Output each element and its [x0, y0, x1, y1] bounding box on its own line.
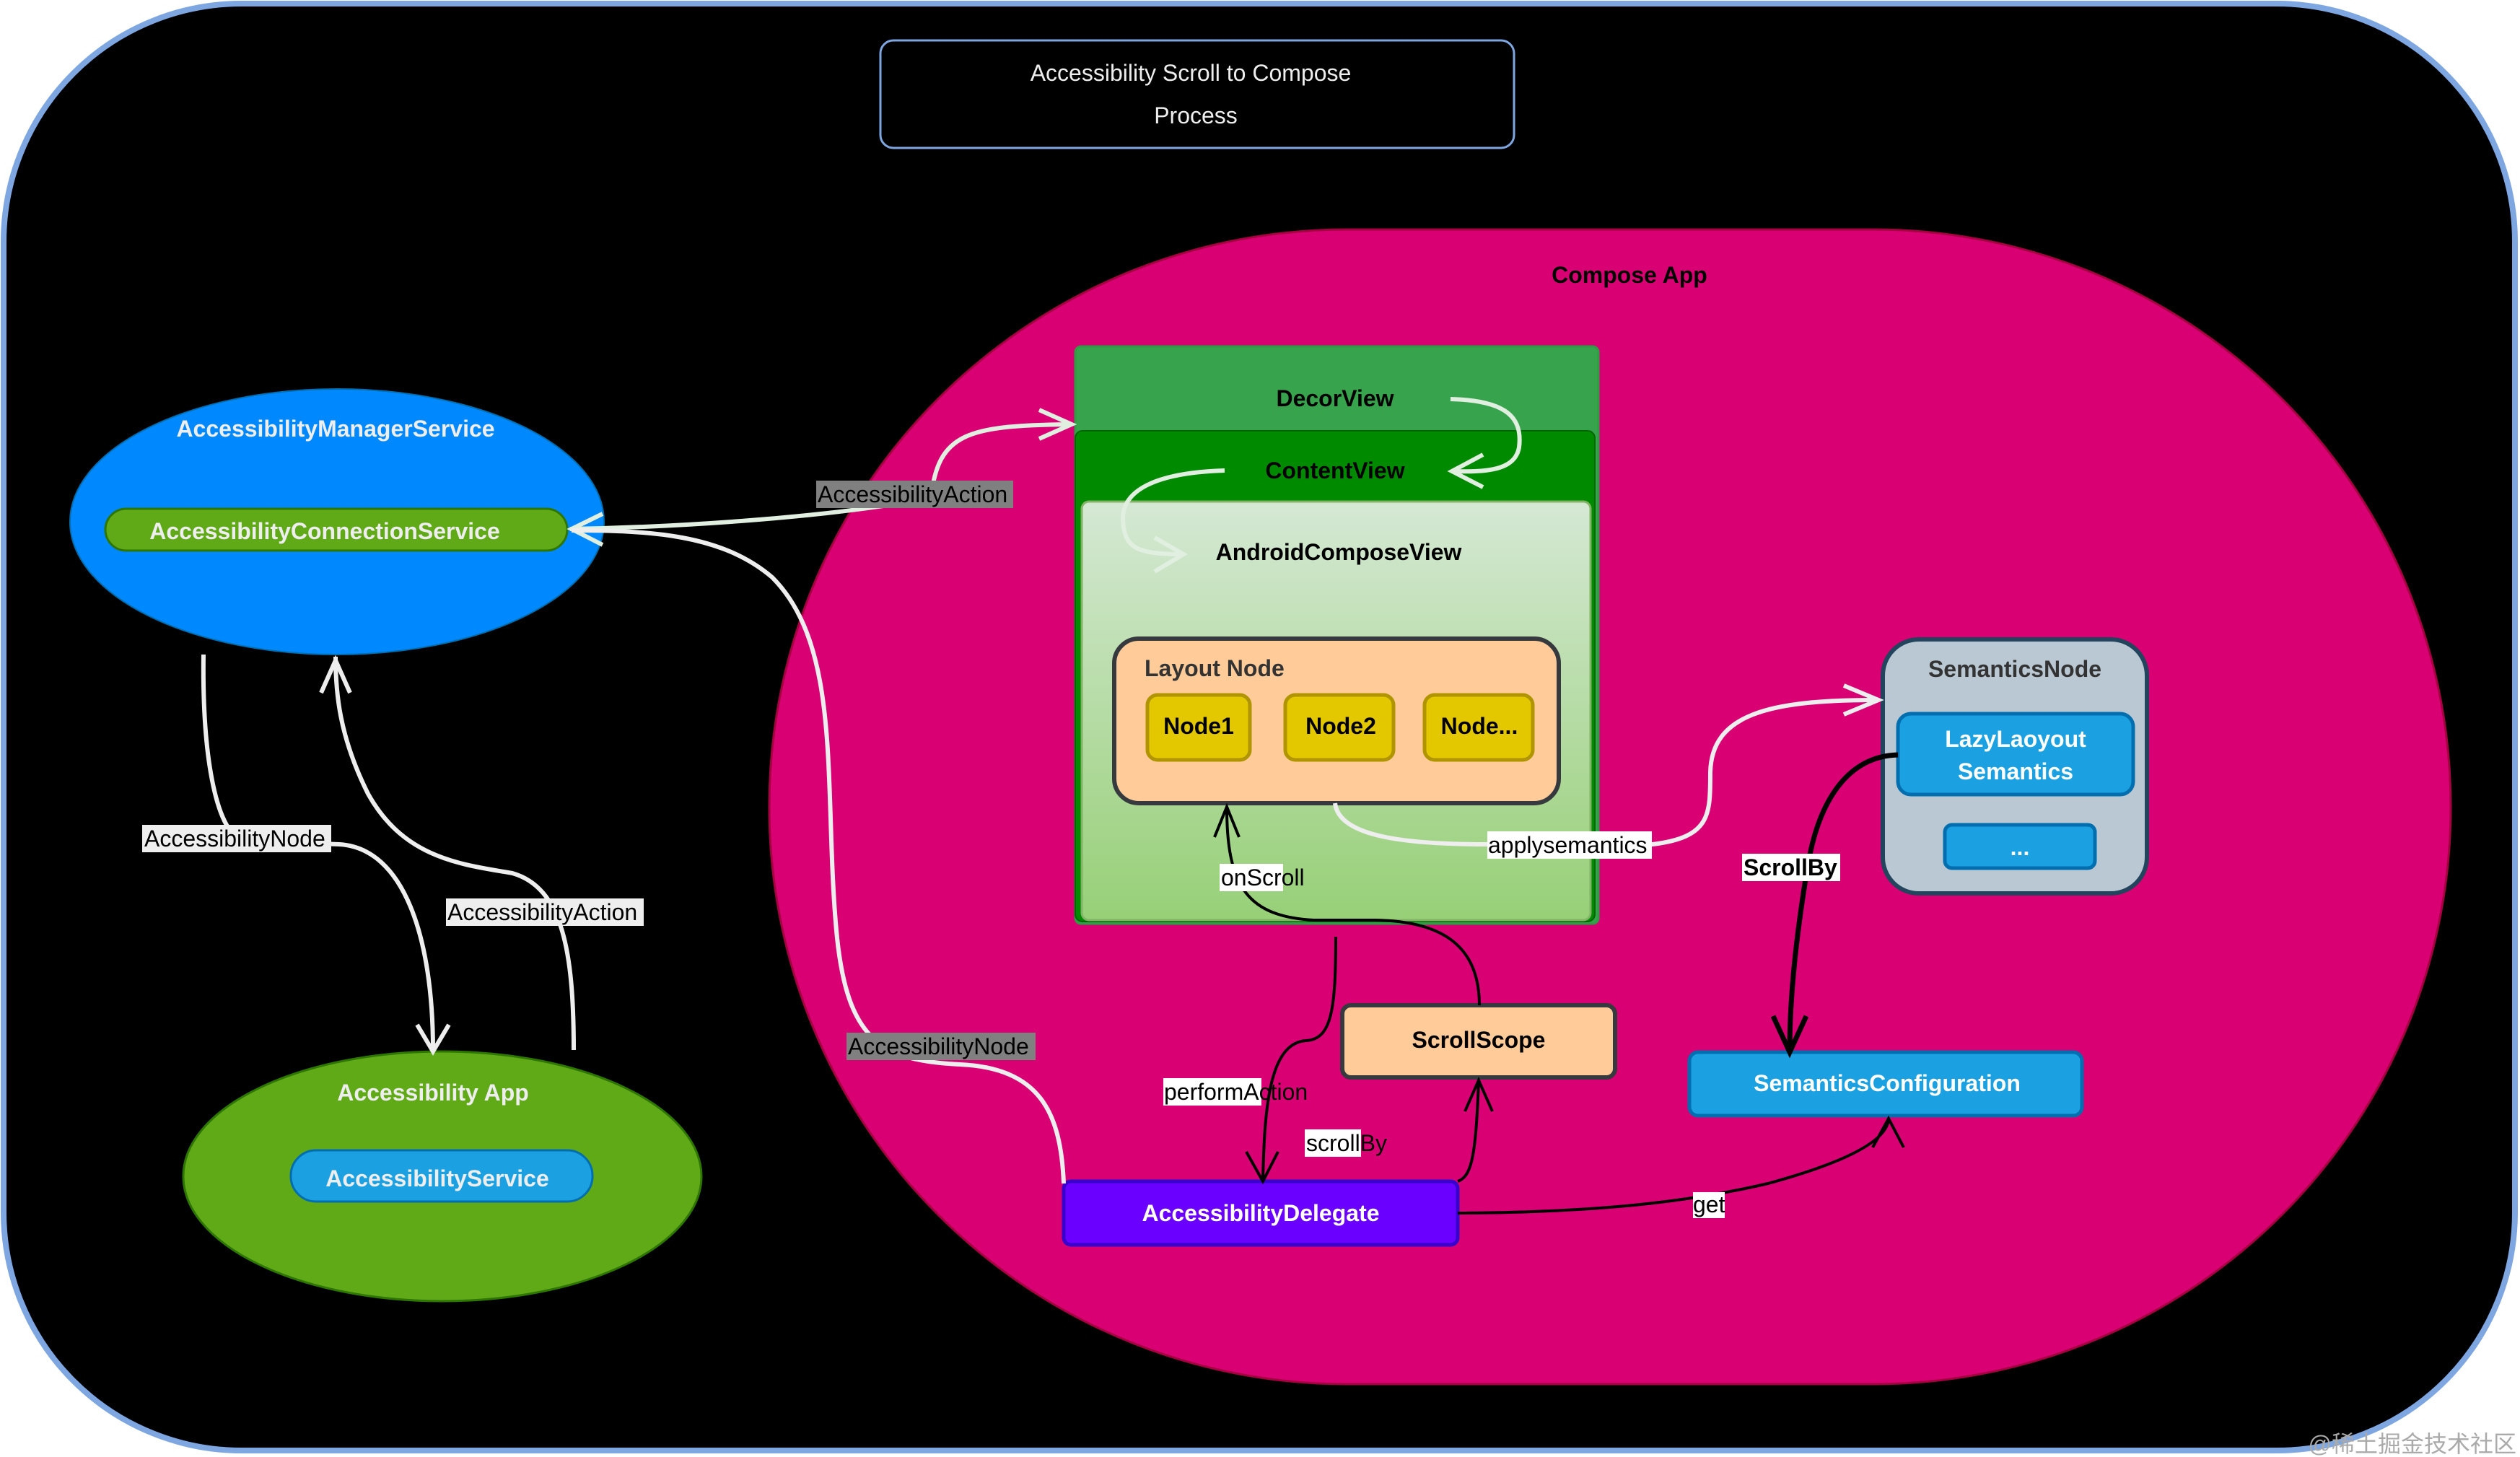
accessibility-service[interactable]: AccessibilityService	[289, 1149, 594, 1203]
layout-child-node-more[interactable]: Node...	[1422, 693, 1535, 762]
compose-app-container: Compose App	[768, 228, 2452, 1386]
label-get: get	[1693, 1191, 1725, 1218]
svg-text:ScrollBy: ScrollBy	[1744, 854, 1837, 880]
lazy-layout-line-2: Semantics	[1958, 758, 2073, 784]
layout-child-node-1[interactable]: Node1	[1145, 693, 1252, 762]
manager-title: AccessibilityManagerService	[176, 416, 494, 442]
node-2-label: Node2	[1305, 713, 1376, 739]
label-perform-action: performAction	[1163, 1078, 1308, 1106]
semantics-configuration[interactable]: SemanticsConfiguration	[1687, 1050, 2084, 1118]
node-1-label: Node1	[1163, 713, 1234, 739]
semantics-more[interactable]: ...	[1943, 823, 2097, 870]
accessibility-delegate-label: AccessibilityDelegate	[1142, 1200, 1379, 1226]
semantics-node-title: SemanticsNode	[1928, 656, 2101, 682]
label-accessibility-action-top: AccessibilityAction	[816, 481, 1013, 508]
decor-view-label: DecorView	[1276, 385, 1394, 411]
svg-text:AccessibilityAction: AccessibilityAction	[818, 481, 1007, 507]
label-scroll-by: scrollBy	[1305, 1129, 1387, 1157]
semantics-configuration-label: SemanticsConfiguration	[1754, 1070, 2021, 1096]
svg-text:AccessibilityAction: AccessibilityAction	[447, 899, 637, 925]
svg-text:get: get	[1693, 1191, 1725, 1217]
connection-service-label: AccessibilityConnectionService	[149, 518, 500, 544]
lazy-layout-line-1: LazyLaoyout	[1945, 726, 2086, 752]
diagram-canvas: Accessibility Scroll to Compose Process …	[1, 1, 2518, 1457]
title-line-2: Process	[1154, 102, 1238, 128]
scroll-scope-label: ScrollScope	[1412, 1027, 1546, 1053]
svg-text:performAction: performAction	[1164, 1079, 1308, 1105]
content-view-label: ContentView	[1265, 458, 1404, 484]
label-on-scroll: onScroll	[1220, 864, 1305, 891]
layout-node-title: Layout Node	[1145, 655, 1285, 681]
android-compose-view-label: AndroidComposeView	[1216, 539, 1462, 565]
node-more-label: Node...	[1441, 713, 1518, 739]
label-scroll-by-bold: ScrollBy	[1742, 854, 1840, 881]
title-line-1: Accessibility Scroll to Compose	[1031, 60, 1352, 86]
svg-text:onScroll: onScroll	[1221, 865, 1305, 891]
svg-text:AccessibilityNode: AccessibilityNode	[144, 826, 325, 852]
label-accessibility-action-left: AccessibilityAction	[446, 898, 644, 926]
watermark: @稀土掘金技术社区	[2309, 1431, 2517, 1457]
svg-text:AccessibilityNode: AccessibilityNode	[848, 1033, 1029, 1059]
layout-child-node-2[interactable]: Node2	[1283, 693, 1396, 762]
accessibility-delegate[interactable]: AccessibilityDelegate	[1062, 1179, 1460, 1247]
compose-app-title: Compose App	[1552, 262, 1707, 288]
label-accessibility-node-left: AccessibilityNode	[142, 825, 331, 852]
label-apply-semantics: applysemantics	[1487, 831, 1652, 859]
lazy-layout-semantics[interactable]: LazyLaoyout Semantics	[1896, 712, 2135, 797]
label-accessibility-node-bottom: AccessibilityNode	[846, 1033, 1036, 1060]
title-box: Accessibility Scroll to Compose Process	[879, 39, 1515, 149]
svg-text:scrollBy: scrollBy	[1306, 1130, 1387, 1156]
semantics-more-label: ...	[2011, 834, 2030, 860]
accessibility-connection-service[interactable]: AccessibilityConnectionService	[104, 507, 569, 552]
svg-text:applysemantics: applysemantics	[1488, 832, 1648, 858]
accessibility-service-label: AccessibilityService	[325, 1165, 549, 1191]
scroll-scope[interactable]: ScrollScope	[1340, 1003, 1617, 1080]
app-title: Accessibility App	[337, 1080, 529, 1106]
